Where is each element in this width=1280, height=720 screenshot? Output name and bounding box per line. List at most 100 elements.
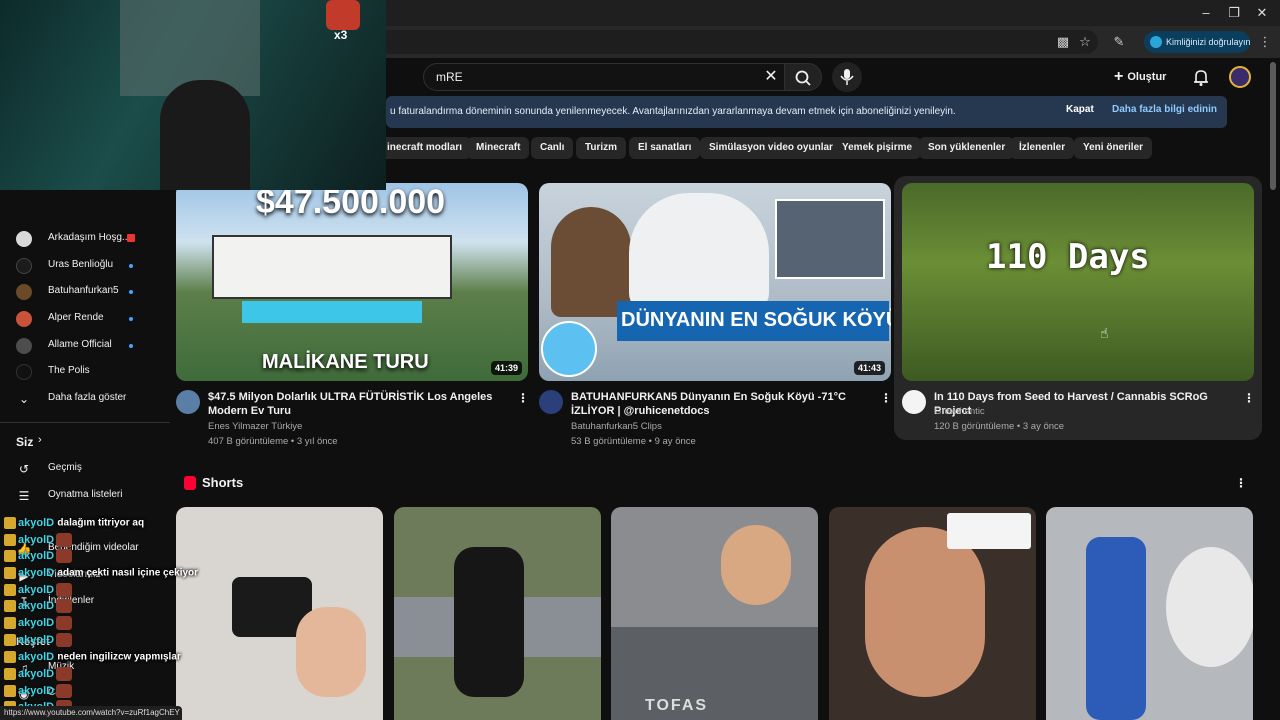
sidebar-you-header[interactable]: Siz › — [0, 431, 170, 455]
car-hood-shape — [611, 627, 818, 720]
video-channel-1[interactable]: Batuhanfurkan5 Clips — [571, 421, 662, 432]
renewal-banner: u faturalandırma döneminin sonunda yenil… — [386, 96, 1227, 128]
chip-tourism[interactable]: Turizm — [576, 137, 627, 159]
create-button[interactable]: + Oluştur — [1114, 64, 1184, 90]
hand-shape — [296, 607, 366, 697]
video-thumbnail-2[interactable]: 110 Days ☝ — [902, 183, 1254, 381]
channel-avatar[interactable] — [902, 390, 926, 414]
sidebar-sub-3[interactable]: Alper Rende — [0, 307, 170, 331]
chat-message: akyolD — [4, 582, 73, 598]
sidebar-show-more[interactable]: ⌄ Daha fazla göster — [0, 387, 170, 411]
new-content-dot — [129, 317, 133, 321]
install-app-icon[interactable]: ▩ — [1054, 33, 1072, 51]
chat-username: akyolD — [18, 650, 55, 663]
short-thumbnail-1[interactable] — [394, 507, 601, 720]
sidebar-sub-label: Batuhanfurkan5 — [48, 285, 119, 296]
verify-identity-button[interactable]: Kimliğinizi doğrulayın — [1144, 31, 1251, 53]
emote-icon — [56, 548, 73, 563]
pool-shape — [242, 301, 422, 323]
short-thumbnail-0[interactable] — [176, 507, 383, 720]
sidebar-sub-4[interactable]: Allame Official — [0, 334, 170, 358]
sidebar-sub-5[interactable]: The Polis — [0, 360, 170, 384]
emote-icon — [56, 666, 73, 681]
search-button[interactable] — [784, 63, 822, 91]
shorts-heading: Shorts — [202, 475, 244, 490]
video-title-1[interactable]: BATUHANFURKAN5 Dünyanın En Soğuk Köyü -7… — [571, 390, 871, 418]
cursor-hand-icon: ☝ — [1100, 325, 1109, 341]
minimize-icon[interactable]: – — [1196, 4, 1216, 22]
short-thumbnail-2[interactable]: TOFAS — [611, 507, 818, 720]
create-label: Oluştur — [1127, 71, 1167, 83]
thumbnail-overlay-text: DÜNYANIN EN SOĞUK KÖYÜ — [621, 309, 891, 331]
channel-avatar — [16, 284, 32, 300]
shorts-more-icon[interactable]: ⋮ — [1235, 475, 1247, 491]
account-avatar[interactable] — [1229, 66, 1251, 88]
sidebar-sub-1[interactable]: Uras Benlioğlu — [0, 254, 170, 278]
close-window-icon[interactable]: ✕ — [1252, 4, 1272, 22]
sidebar-item-playlists[interactable]: ☰ Oynatma listeleri — [0, 484, 170, 508]
video-thumbnail-0[interactable]: $47.500.000 MALİKANE TURU 41:39 — [176, 183, 528, 381]
microphone-icon — [840, 69, 854, 85]
emote-icon — [56, 683, 73, 698]
sidebar-item-history[interactable]: ↺ Geçmiş — [0, 457, 170, 481]
banner-learn-more-link[interactable]: Daha fazla bilgi edinin — [1112, 104, 1217, 115]
live-icon — [127, 234, 135, 242]
chip-watched[interactable]: İzlenenler — [1010, 137, 1075, 159]
chip-simulation-games[interactable]: Simülasyon video oyunları — [700, 137, 845, 159]
chat-text: neden ingilizcw yapmışlar — [57, 651, 181, 663]
clear-search-icon[interactable]: ✕ — [760, 66, 782, 88]
chip-live[interactable]: Canlı — [531, 137, 574, 159]
bookmark-star-icon[interactable]: ☆ — [1076, 33, 1094, 51]
chip-minecraft-mods[interactable]: inecraft modları — [378, 137, 472, 159]
new-content-dot — [129, 264, 133, 268]
extensions-icon[interactable]: ✎ — [1110, 33, 1128, 51]
chat-message: akyolD neden ingilizcw yapmışlar — [4, 649, 181, 665]
sidebar-sub-2[interactable]: Batuhanfurkan5 — [0, 280, 170, 304]
channel-avatar — [16, 364, 32, 380]
voice-search-button[interactable] — [832, 62, 862, 92]
more-options-icon[interactable]: ⋮ — [1243, 390, 1255, 406]
short-overlay-text: TOFAS — [645, 697, 709, 714]
short-thumbnail-3[interactable] — [829, 507, 1036, 720]
emote-icon — [56, 532, 73, 547]
page-scrollbar[interactable] — [1270, 62, 1276, 190]
chip-crafts[interactable]: El sanatları — [629, 137, 701, 159]
new-content-dot — [129, 290, 133, 294]
gift-emote — [326, 0, 360, 30]
chip-recently-uploaded[interactable]: Son yüklenenler — [919, 137, 1015, 159]
chat-message: akyolD — [4, 683, 73, 699]
sub-badge-icon — [4, 616, 16, 629]
channel-avatar — [16, 258, 32, 274]
sub-badge-icon — [4, 583, 16, 596]
search-input[interactable]: mRE — [423, 63, 789, 91]
video-channel-2[interactable]: Growthentic — [934, 406, 985, 417]
chip-minecraft[interactable]: Minecraft — [467, 137, 530, 159]
more-options-icon[interactable]: ⋮ — [880, 390, 892, 406]
sidebar-divider — [0, 422, 170, 423]
chip-new-to-you[interactable]: Yeni öneriler — [1074, 137, 1153, 159]
more-options-icon[interactable]: ⋮ — [517, 390, 529, 406]
channel-avatar[interactable] — [176, 390, 200, 414]
gift-count: x3 — [334, 28, 348, 42]
browser-menu-icon[interactable]: ⋮ — [1256, 33, 1274, 51]
restore-icon[interactable]: ❐ — [1224, 4, 1244, 22]
sidebar-sub-0[interactable]: Arkadaşım Hoşg... — [0, 227, 170, 251]
short-thumbnail-4[interactable] — [1046, 507, 1253, 720]
sub-badge-icon — [4, 650, 16, 663]
banner-close-button[interactable]: Kapat — [1066, 104, 1094, 115]
mri-machine-shape — [1166, 547, 1253, 667]
chat-username: akyolD — [18, 583, 55, 596]
emote-icon — [56, 598, 73, 613]
video-channel-0[interactable]: Enes Yilmazer Türkiye — [208, 421, 302, 432]
status-bar-url: https://www.youtube.com/watch?v=zuRf1agC… — [0, 706, 182, 720]
emote-icon — [56, 632, 73, 647]
notifications-bell-icon[interactable] — [1190, 66, 1212, 88]
video-title-0[interactable]: $47.5 Milyon Dolarlık ULTRA FÜTÜRİSTİK L… — [208, 390, 508, 418]
channel-avatar[interactable] — [539, 390, 563, 414]
sub-badge-icon — [4, 566, 16, 579]
video-thumbnail-1[interactable]: DÜNYANIN EN SOĞUK KÖYÜ 41:43 — [539, 183, 891, 381]
address-bar[interactable] — [378, 30, 1098, 54]
chip-cooking[interactable]: Yemek pişirme — [833, 137, 922, 159]
rider-shape — [454, 547, 524, 697]
face-shape — [721, 525, 791, 605]
